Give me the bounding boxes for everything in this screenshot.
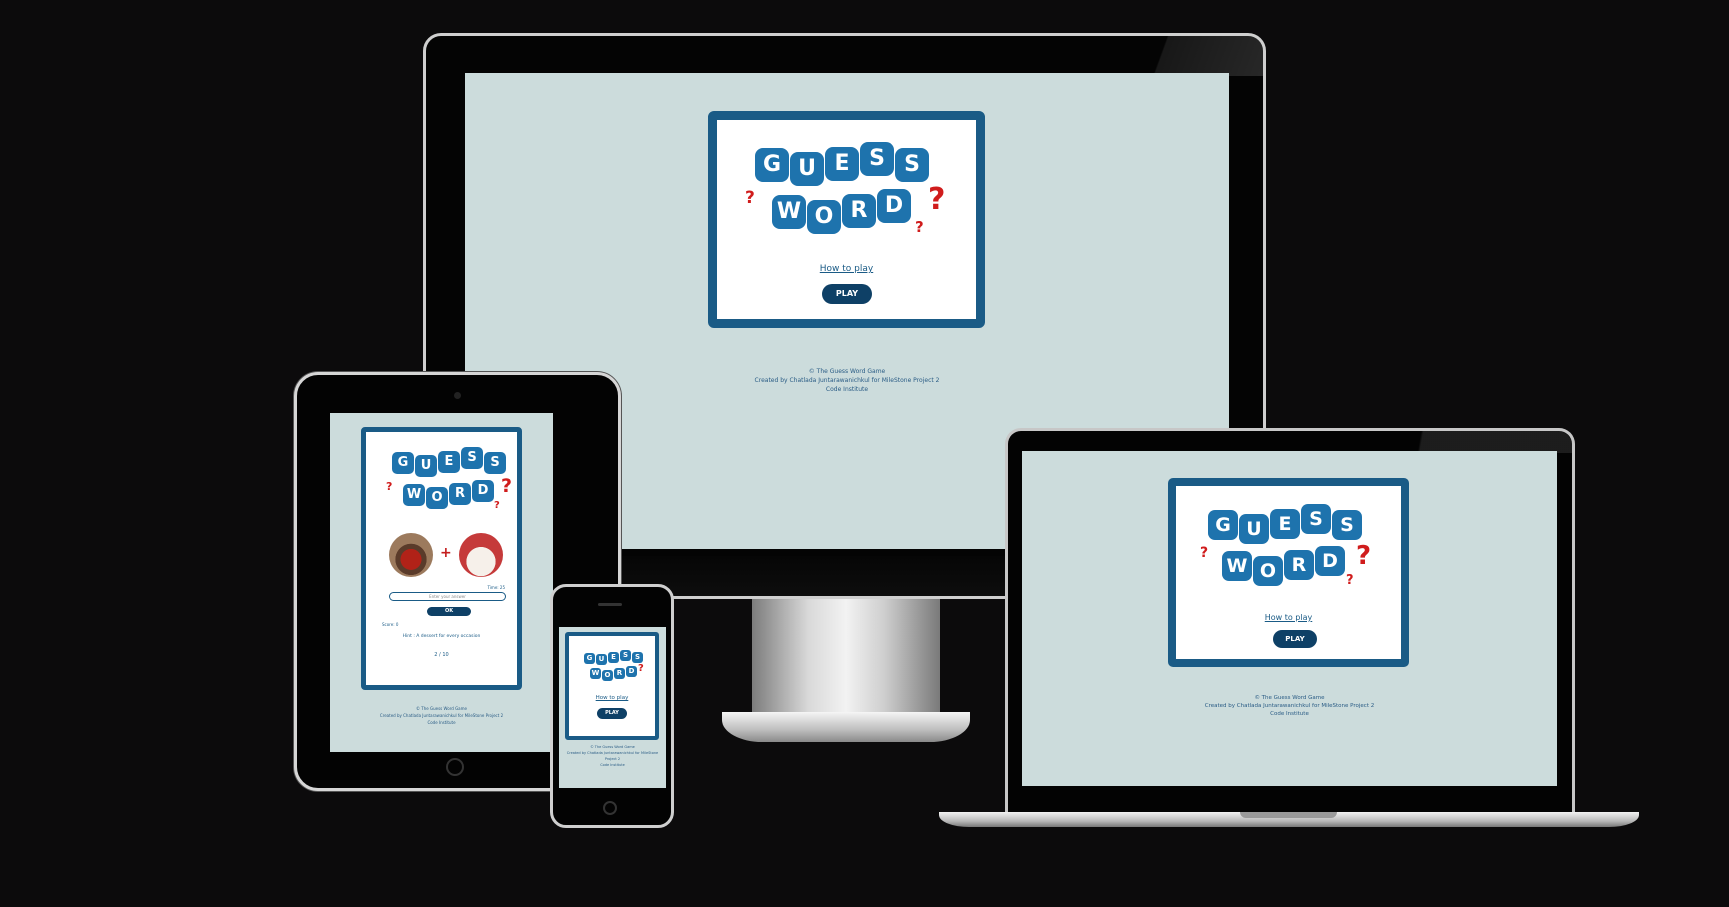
title-tile: W <box>1222 551 1252 581</box>
title-tile: E <box>608 652 619 663</box>
title-tile: U <box>790 152 824 186</box>
question-mark-icon: ? <box>501 475 513 497</box>
game-card: G U E S S W O R D ? How to play PLAY <box>565 632 659 740</box>
title-tile: R <box>1284 550 1314 580</box>
game-card: G U E S S W O R D ? ? ? How to play PLAY <box>1168 478 1409 667</box>
play-button[interactable]: PLAY <box>1273 630 1317 648</box>
title-tile: E <box>438 451 460 473</box>
game-card: G U E S S W O R D ? ? ? How to play PLAY <box>708 111 985 328</box>
title-tile: G <box>392 452 414 474</box>
title-tile: U <box>596 654 607 665</box>
title-tile: D <box>626 666 637 677</box>
tablet-screen: G U E S S W O R D ? ? ? + Time: 25 Enter… <box>330 413 553 752</box>
title-tile: S <box>1301 504 1331 534</box>
monitor-stand-base <box>722 712 970 742</box>
how-to-play-link[interactable]: How to play <box>569 695 655 701</box>
footer: © The Guess Word Game Created by Chatlad… <box>559 744 666 768</box>
title-tile: S <box>620 650 631 661</box>
footer: © The Guess Word Game Created by Chatlad… <box>330 705 553 726</box>
score-text: Score: 0 <box>382 622 399 627</box>
laptop-glare <box>1355 431 1572 453</box>
question-mark-icon: ? <box>1356 541 1372 571</box>
title-tile: O <box>426 487 448 509</box>
title-tile: R <box>614 668 625 679</box>
title-tile: U <box>415 455 437 477</box>
monitor-stand-neck <box>752 595 940 715</box>
hint-text: Hint : A dessert for every occasion <box>402 634 481 639</box>
how-to-play-link[interactable]: How to play <box>1176 613 1401 622</box>
title-tile: S <box>484 452 506 474</box>
title-tile: E <box>1270 509 1300 539</box>
question-mark-icon: ? <box>386 480 393 493</box>
phone-home-button <box>603 801 617 815</box>
question-mark-icon: ? <box>638 663 644 674</box>
tablet-home-button <box>446 758 464 776</box>
phone-speaker <box>598 603 622 606</box>
title-tile: S <box>860 142 894 176</box>
title-tile: S <box>1332 510 1362 540</box>
answer-input[interactable]: Enter your answer <box>389 592 506 601</box>
play-button[interactable]: PLAY <box>597 708 627 719</box>
footer-credits: Created by Chatlada Juntarawanichkul for… <box>1204 703 1375 709</box>
footer-copyright: © The Guess Word Game <box>1254 695 1325 701</box>
plus-sign: + <box>440 545 452 561</box>
title-tile: W <box>403 484 425 506</box>
footer-institute: Code Institute <box>600 763 625 767</box>
cup-image <box>389 533 433 577</box>
title-tile: W <box>772 195 806 229</box>
footer-credits: Created by Chatlada Juntarawanichkul for… <box>566 751 659 761</box>
title-tile: W <box>590 668 601 679</box>
title-tile: S <box>461 447 483 469</box>
phone-screen: G U E S S W O R D ? How to play PLAY © T… <box>559 627 666 788</box>
title-tile: S <box>895 148 929 182</box>
title-tile: U <box>1239 514 1269 544</box>
title-tile: R <box>449 483 471 505</box>
tablet-camera <box>454 392 461 399</box>
title-tile: E <box>825 147 859 181</box>
question-mark-icon: ? <box>915 218 924 236</box>
question-mark-icon: ? <box>1200 545 1209 561</box>
title-tile: D <box>1315 546 1345 576</box>
title-tile: O <box>602 670 613 681</box>
title-tile: O <box>807 200 841 234</box>
quiz-card: G U E S S W O R D ? ? ? + Time: 25 Enter… <box>361 427 522 690</box>
footer-credits: Created by Chatlada Juntarawanichkul for… <box>379 713 504 718</box>
title-tile: S <box>632 652 643 663</box>
footer-institute: Code Institute <box>1270 711 1309 717</box>
question-mark-icon: ? <box>494 500 500 511</box>
title-tile: D <box>877 189 911 223</box>
progress-text: 2 / 10 <box>434 652 449 658</box>
cake-image <box>459 533 503 577</box>
laptop-notch <box>1240 812 1337 818</box>
title-tile: G <box>1208 510 1238 540</box>
title-tile: G <box>755 148 789 182</box>
title-tile: R <box>842 194 876 228</box>
ok-button[interactable]: OK <box>427 607 471 616</box>
footer-copyright: © The Guess Word Game <box>416 706 467 711</box>
title-tile: O <box>1253 556 1283 586</box>
play-button[interactable]: PLAY <box>822 284 872 304</box>
footer: © The Guess Word Game Created by Chatlad… <box>1022 694 1557 718</box>
how-to-play-link[interactable]: How to play <box>717 264 976 274</box>
question-mark-icon: ? <box>745 188 755 208</box>
footer-institute: Code Institute <box>427 720 456 725</box>
title-tile: D <box>472 480 494 502</box>
monitor-glare <box>1120 36 1263 76</box>
question-mark-icon: ? <box>1346 573 1354 588</box>
question-mark-icon: ? <box>928 182 946 217</box>
timer-text: Time: 25 <box>487 585 506 590</box>
title-tile: G <box>584 653 595 664</box>
laptop-screen: G U E S S W O R D ? ? ? How to play PLAY… <box>1022 451 1557 786</box>
